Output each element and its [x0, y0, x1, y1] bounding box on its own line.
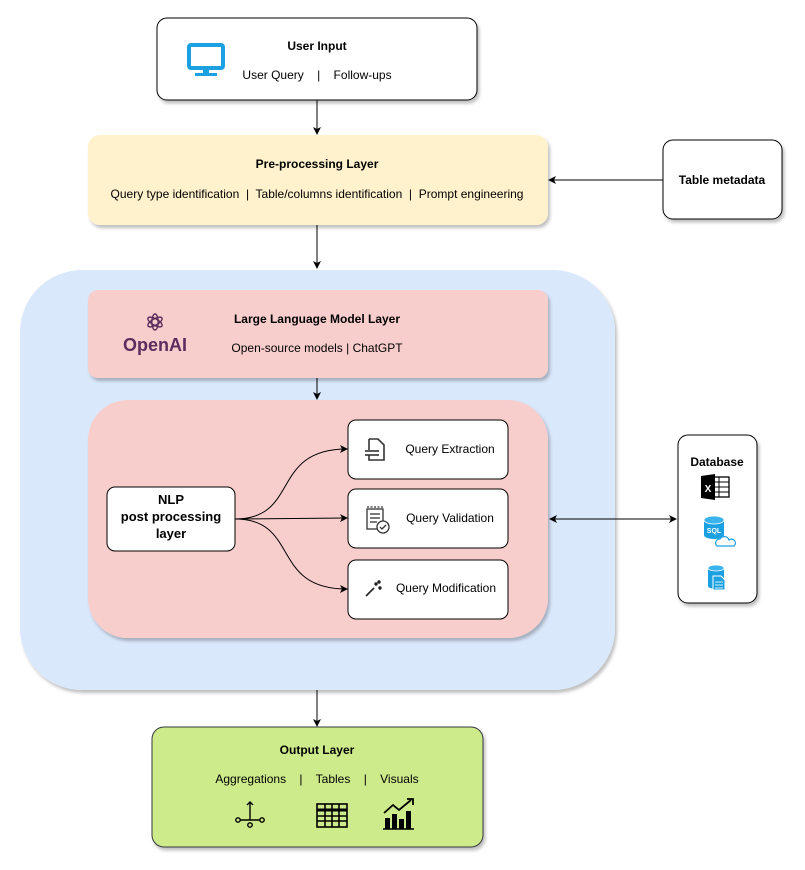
- llm-title: Large Language Model Layer: [234, 312, 400, 326]
- query-validation-label: Query Validation: [406, 511, 494, 525]
- output-layer: Output Layer Aggregations | Tables | Vis…: [151, 726, 484, 848]
- llm-items: Open-source models | ChatGPT: [231, 341, 403, 355]
- database-box: Database X SQL: [677, 434, 758, 604]
- preprocessing-title: Pre-processing Layer: [256, 157, 379, 171]
- query-extraction-box: Query Extraction: [347, 419, 509, 480]
- llm-layer: OpenAI Large Language Model Layer Open-s…: [88, 290, 548, 378]
- query-validation-box: Query Validation: [347, 488, 509, 549]
- preprocessing-layer: Pre-processing Layer Query type identifi…: [88, 135, 548, 225]
- query-modification-label: Query Modification: [396, 581, 496, 595]
- nlp-box: NLP post processing layer: [106, 486, 236, 552]
- query-modification-box: Query Modification: [347, 559, 509, 620]
- table-metadata-box: Table metadata: [662, 139, 783, 220]
- table-metadata-title: Table metadata: [679, 173, 766, 187]
- output-title: Output Layer: [280, 743, 355, 757]
- output-items: Aggregations | Tables | Visuals: [215, 772, 418, 786]
- nlp-line2: post processing: [121, 509, 221, 524]
- svg-text:X: X: [705, 484, 712, 495]
- architecture-diagram: User Input User Query | Follow-ups Pre-p…: [20, 17, 783, 848]
- openai-logo-text: OpenAI: [123, 335, 187, 355]
- database-title: Database: [690, 455, 744, 469]
- user-input-box: User Input User Query | Follow-ups: [156, 17, 478, 101]
- nlp-line1: NLP: [158, 492, 184, 507]
- database-file-icon: [707, 564, 726, 591]
- svg-text:SQL: SQL: [707, 528, 722, 535]
- query-extraction-label: Query Extraction: [405, 442, 494, 456]
- user-input-items: User Query | Follow-ups: [242, 68, 391, 82]
- user-input-title: User Input: [287, 39, 346, 53]
- nlp-line3: layer: [156, 526, 186, 541]
- preprocessing-items: Query type identification | Table/column…: [111, 187, 524, 201]
